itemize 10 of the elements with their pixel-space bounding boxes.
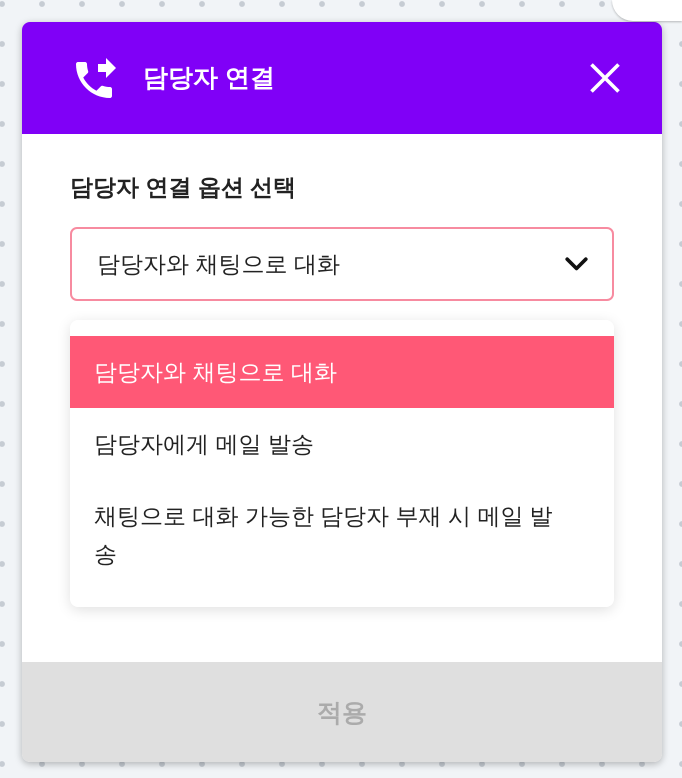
field-label: 담당자 연결 옵션 선택 (70, 173, 296, 202)
phone-forward-icon (76, 58, 116, 98)
chevron-down-icon (565, 257, 588, 271)
card-background (612, 0, 682, 21)
dropdown-option[interactable]: 채팅으로 대화 가능한 담당자 부재 시 메일 발송 (70, 480, 614, 590)
dropdown-option[interactable]: 담당자에게 메일 발송 (70, 408, 614, 480)
close-icon (590, 63, 620, 93)
dropdown-select[interactable]: 담당자와 채팅으로 대화 (70, 227, 614, 301)
dialog-title: 담당자 연결 (143, 63, 275, 94)
close-button[interactable] (590, 63, 620, 93)
